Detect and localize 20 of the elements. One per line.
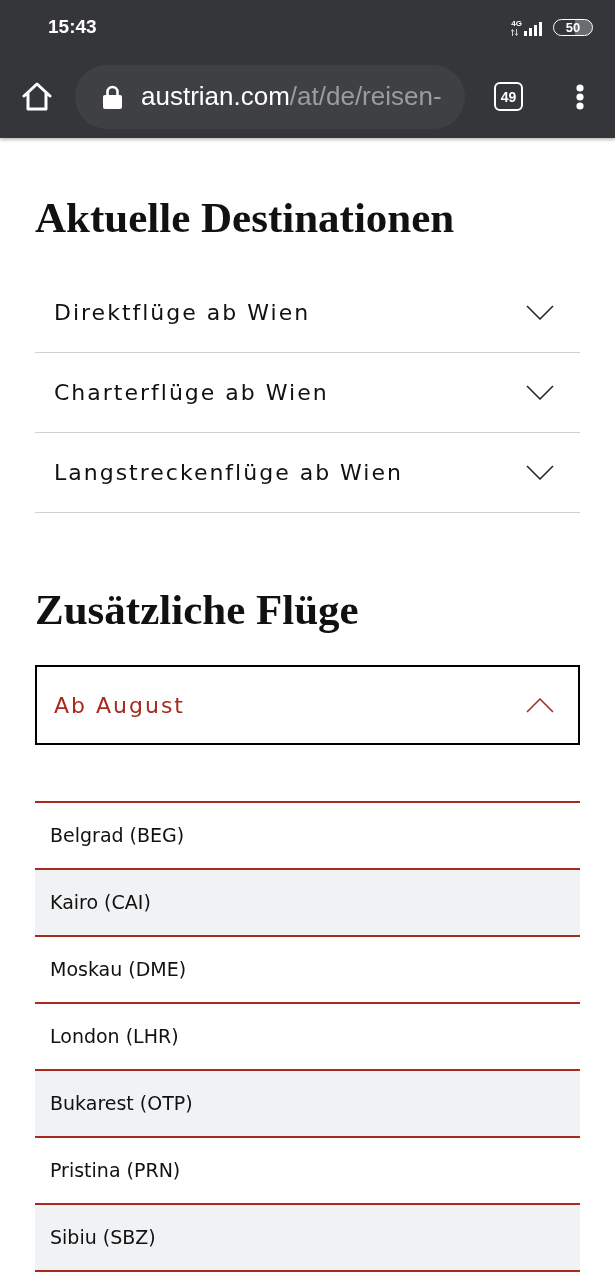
tab-switcher-button[interactable]: 49 bbox=[494, 82, 523, 111]
status-time: 15:43 bbox=[48, 15, 97, 40]
destination-item: Kairo (CAI) bbox=[35, 870, 580, 937]
chevron-down-icon bbox=[526, 305, 554, 320]
section-heading: Aktuelle Destinationen bbox=[35, 194, 456, 242]
network-type: 4G bbox=[511, 19, 522, 28]
chevron-up-icon bbox=[526, 697, 554, 713]
menu-icon[interactable] bbox=[575, 83, 585, 110]
destination-item: Bukarest (OTP) bbox=[35, 1071, 580, 1138]
destination-item: Sibiu (SBZ) bbox=[35, 1205, 580, 1272]
home-icon[interactable] bbox=[22, 82, 52, 111]
up-down-arrows-icon bbox=[511, 28, 519, 36]
chevron-down-icon bbox=[526, 465, 554, 480]
url-text: austrian.com/at/de/reisen- bbox=[141, 80, 442, 113]
chevron-down-icon bbox=[526, 385, 554, 400]
battery-indicator: 50 bbox=[553, 19, 593, 36]
section-heading: Zusätzliche Flüge bbox=[35, 586, 360, 634]
lock-icon bbox=[103, 84, 122, 109]
accordion-header[interactable]: Ab August bbox=[35, 665, 580, 745]
address-bar[interactable]: austrian.com/at/de/reisen- bbox=[75, 64, 465, 129]
